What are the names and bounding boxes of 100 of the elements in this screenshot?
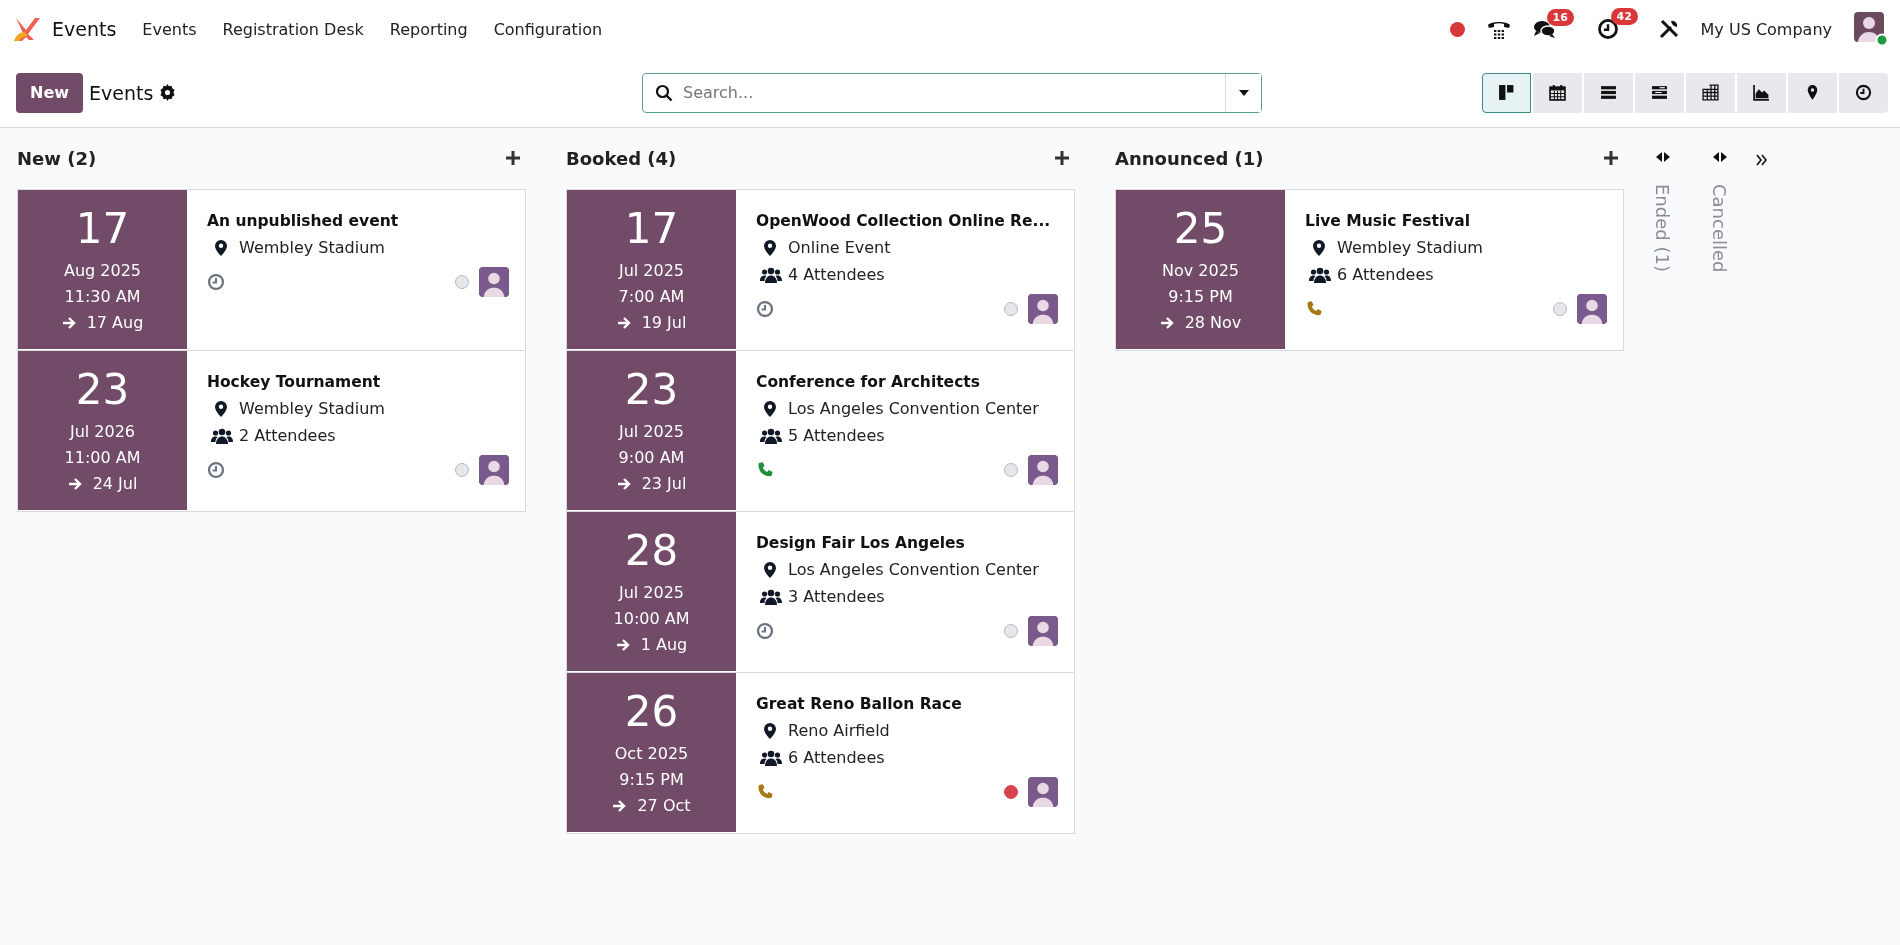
graph-view-button[interactable] — [1737, 72, 1786, 113]
avatar-icon — [1577, 294, 1607, 324]
expand-icon[interactable] — [1655, 152, 1670, 162]
event-name: Live Music Festival — [1305, 212, 1472, 230]
event-location: Reno Airfield — [788, 720, 890, 742]
search-field[interactable]: Search... — [681, 82, 1225, 103]
menu-item[interactable]: Reporting — [389, 19, 468, 39]
event-day: 26 — [624, 686, 679, 737]
event-location: Los Angeles Convention Center — [788, 559, 1039, 581]
map-pin-icon — [764, 561, 776, 578]
people-icon — [760, 588, 782, 605]
attendee-count: 5 Attendees — [788, 425, 885, 447]
status-indicator-icon[interactable] — [1449, 21, 1465, 37]
activity-icon — [1855, 84, 1872, 101]
menu-item[interactable]: Events — [142, 19, 197, 39]
clock-icon[interactable] — [1596, 18, 1619, 40]
event-time: 9:00 AM — [618, 446, 685, 469]
arrow-right-icon — [612, 798, 628, 813]
gantt-view-button[interactable] — [1635, 72, 1684, 113]
event-end-date: 23 Jul — [641, 472, 687, 495]
status-dot[interactable] — [455, 275, 469, 289]
kanban-icon — [1498, 84, 1515, 101]
avatar-icon — [1028, 294, 1058, 324]
event-end-date: 17 Aug — [86, 311, 144, 334]
event-month: Oct 2025 — [614, 742, 689, 765]
expand-icon[interactable] — [1712, 152, 1727, 162]
chat-icon[interactable] — [1532, 19, 1557, 39]
user-avatar-icon[interactable] — [1854, 12, 1888, 46]
event-end-date: 19 Jul — [641, 311, 687, 334]
event-day: 25 — [1173, 203, 1228, 254]
column-title: Announced (1) — [1115, 147, 1264, 169]
map-pin-icon — [215, 400, 227, 417]
event-location: Los Angeles Convention Center — [788, 398, 1039, 420]
event-time: 9:15 PM — [619, 768, 684, 791]
attendee-count: 6 Attendees — [1337, 264, 1434, 286]
arrow-right-icon — [616, 476, 632, 491]
column-title: New (2) — [17, 147, 97, 169]
add-icon[interactable] — [1604, 151, 1618, 165]
map-pin-icon — [764, 239, 776, 256]
add-icon[interactable] — [1055, 151, 1069, 165]
menu-item[interactable]: Registration Desk — [222, 19, 364, 39]
list-view-button[interactable] — [1584, 72, 1633, 113]
event-card[interactable]: 28 Jul 2025 10:00 AM 1 Aug Design Fair Los Angeles Los Angeles Convention Center 3 Attendees — [566, 511, 1075, 673]
tools-icon[interactable] — [1658, 19, 1679, 39]
event-card[interactable]: 17 Aug 2025 11:30 AM 17 Aug An unpublished event Wembley Stadium — [17, 189, 526, 351]
app-name[interactable]: Events — [52, 18, 117, 40]
arrow-right-icon — [616, 315, 632, 330]
pivot-icon — [1702, 84, 1719, 101]
search-options-button[interactable] — [1225, 73, 1261, 112]
status-dot[interactable] — [1004, 463, 1018, 477]
event-month: Jul 2025 — [618, 581, 685, 604]
event-card[interactable]: 26 Oct 2025 9:15 PM 27 Oct Great Reno Ballon Race Reno Airfield 6 Attendees — [566, 672, 1075, 834]
status-dot[interactable] — [455, 463, 469, 477]
people-icon — [1309, 266, 1331, 283]
map-pin-icon — [215, 239, 227, 256]
status-dot[interactable] — [1553, 302, 1567, 316]
status-dot[interactable] — [1004, 302, 1018, 316]
status-dot[interactable] — [1004, 785, 1018, 799]
event-card[interactable]: 23 Jul 2025 9:00 AM 23 Jul Conference for Architects Los Angeles Convention Center 5 Attendees — [566, 350, 1075, 512]
pivot-view-button[interactable] — [1686, 72, 1735, 113]
graph-icon — [1753, 84, 1770, 101]
search-box[interactable]: Search... — [642, 72, 1262, 113]
search-icon — [655, 83, 673, 102]
status-dot[interactable] — [1004, 624, 1018, 638]
event-day: 28 — [624, 525, 679, 576]
event-name: Hockey Tournament — [207, 373, 382, 391]
map-pin-icon — [1313, 239, 1325, 256]
calendar-view-button[interactable] — [1533, 72, 1582, 113]
map-view-button[interactable] — [1788, 72, 1837, 113]
settings-icon[interactable] — [159, 84, 177, 101]
event-day: 17 — [75, 203, 130, 254]
event-month: Nov 2025 — [1162, 259, 1239, 282]
event-name: Design Fair Los Angeles — [756, 534, 966, 552]
page-title: Events — [89, 81, 154, 104]
menu-item[interactable]: Configuration — [493, 19, 603, 39]
event-month: Aug 2025 — [63, 259, 141, 282]
people-icon — [760, 749, 782, 766]
activity-view-button[interactable] — [1839, 72, 1888, 113]
avatar-icon — [479, 455, 509, 485]
event-location: Wembley Stadium — [239, 237, 385, 259]
app-logo[interactable] — [12, 16, 42, 42]
message-count-badge: 16 — [1546, 9, 1574, 26]
event-card[interactable]: 23 Jul 2026 11:00 AM 24 Jul Hockey Tournament Wembley Stadium 2 Attendees — [17, 350, 526, 512]
event-card[interactable]: 17 Jul 2025 7:00 AM 19 Jul OpenWood Collection Online Re... Online Event 4 Attendees — [566, 189, 1075, 351]
event-card[interactable]: 25 Nov 2025 9:15 PM 28 Nov Live Music Festival Wembley Stadium 6 Attendees — [1115, 189, 1624, 351]
add-icon[interactable] — [506, 151, 520, 165]
double-chevron-icon[interactable] — [1756, 154, 1768, 166]
event-month: Jul 2025 — [618, 420, 685, 443]
event-day: 23 — [75, 364, 130, 415]
event-time: 11:30 AM — [64, 285, 141, 308]
event-name: Great Reno Ballon Race — [756, 695, 963, 713]
gantt-icon — [1651, 84, 1668, 101]
event-end-date: 28 Nov — [1184, 311, 1242, 334]
event-day: 17 — [624, 203, 679, 254]
avatar-icon — [479, 267, 509, 297]
new-button[interactable]: New — [16, 72, 84, 113]
calendar-icon — [1549, 84, 1566, 101]
event-end-date: 1 Aug — [640, 633, 688, 656]
kanban-view-button[interactable] — [1482, 72, 1531, 113]
company-name[interactable]: My US Company — [1700, 19, 1832, 39]
